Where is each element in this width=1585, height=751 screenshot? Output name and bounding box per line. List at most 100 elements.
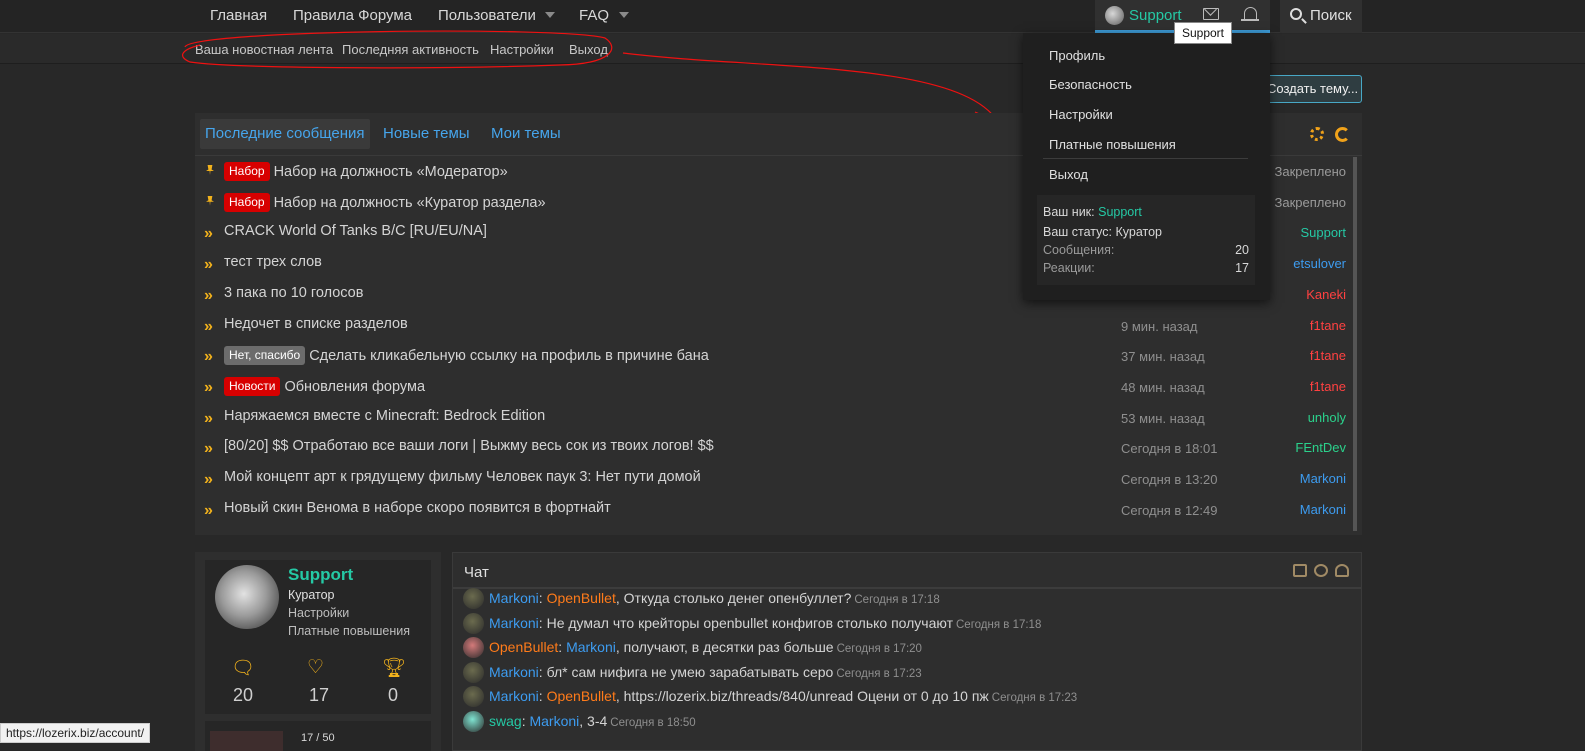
profile-settings-link[interactable]: Настройки [288,606,349,620]
chat-separator: : [538,614,547,631]
chat-mention[interactable]: Markoni [566,639,616,655]
thread-title[interactable]: 3 пака по 10 голосов [224,285,363,301]
chat-username[interactable]: swag [489,713,522,729]
chevron-down-icon[interactable] [545,12,555,18]
thread-row[interactable]: » Мой концепт арт к грядущему фильму Чело… [195,464,1355,495]
dropdown-security[interactable]: Безопасность [1049,77,1132,92]
double-chevron-icon: » [204,317,213,335]
user-slash-icon[interactable] [1335,564,1349,577]
search-button[interactable]: Поиск [1280,0,1362,33]
progress-bar [210,731,283,751]
subnav-latest-activity[interactable]: Последняя активность [342,42,479,57]
thread-time: Сегодня в 18:01 [1121,441,1218,457]
tab-new-threads[interactable]: Новые темы [378,119,475,149]
chat-username[interactable]: Markoni [489,664,539,680]
thread-author[interactable]: Markoni [1300,502,1346,517]
thread-title[interactable]: Сделать кликабельную ссылку на профиль в… [309,348,709,364]
chevron-down-icon[interactable] [619,12,629,18]
thread-prefix[interactable]: Набор [224,192,270,212]
messages-label: Сообщения: [1043,243,1115,257]
chat-text: бл* сам нифига не умею зарабатывать серо [546,663,834,680]
thread-title[interactable]: Недочет в списке разделов [224,316,408,332]
thread-author[interactable]: unholy [1308,410,1346,425]
nick-value[interactable]: Support [1098,205,1142,219]
avatar[interactable] [215,565,279,629]
double-chevron-icon: » [204,440,213,458]
subnav-settings[interactable]: Настройки [490,42,554,57]
profile-upgrades-link[interactable]: Платные повышения [288,624,410,638]
thread-title[interactable]: тест трех слов [224,254,322,270]
chat-mention[interactable]: OpenBullet [547,688,616,704]
thread-author[interactable]: Закреплено [1275,195,1347,210]
stat-messages: 20 [232,685,254,705]
chat-time: Сегодня в 17:23 [836,667,922,680]
tab-my-threads[interactable]: Мои темы [486,119,566,149]
gear-icon[interactable] [1310,127,1324,141]
dropdown-settings[interactable]: Настройки [1049,107,1113,122]
double-chevron-icon: » [204,409,213,427]
nav-faq[interactable]: FAQ [579,0,609,32]
thread-row[interactable]: » Новый скин Венома в наборе скоро появит… [195,495,1355,526]
thread-prefix[interactable]: Нет, спасибо [224,346,306,366]
thread-row[interactable]: » Недочет в списке разделов 9 мин. назад f1… [195,311,1355,342]
chat-message: Markoni: OpenBullet, Откуда столько дене… [463,586,1353,610]
window-icon[interactable] [1293,564,1307,577]
nav-users[interactable]: Пользователи [438,0,536,32]
dropdown-logout[interactable]: Выход [1049,167,1088,182]
avatar[interactable] [463,612,484,634]
thread-prefix[interactable]: Набор [224,162,270,181]
profile-username[interactable]: Support [288,565,353,585]
double-chevron-icon: » [204,378,213,396]
refresh-icon[interactable] [1335,127,1350,142]
thread-row[interactable]: » Новости Обновления форума 48 мин. назад f1… [195,372,1355,403]
thread-author[interactable]: f1tane [1310,348,1346,363]
trophy-icon: 🏆︎ [382,658,407,679]
chat-mention[interactable]: OpenBullet [547,590,616,606]
avatar[interactable] [463,661,484,683]
dropdown-profile[interactable]: Профиль [1049,48,1105,63]
chat-separator: : [538,590,547,606]
thread-author[interactable]: Закреплено [1275,164,1347,179]
thread-author[interactable]: etsulover [1293,256,1346,271]
thread-row[interactable]: » [80/20] $$ Отработаю все ваши логи | Вы… [195,433,1355,464]
avatar[interactable] [463,686,484,708]
subnav-logout[interactable]: Выход [569,42,608,57]
chat-username[interactable]: Markoni [489,615,539,631]
profile-stats: 🗨︎ 20 ♡ 17 🏆︎ 0 [205,648,431,714]
thread-author[interactable]: FEntDev [1295,440,1346,455]
thread-author[interactable]: Markoni [1300,471,1346,486]
nav-home[interactable]: Главная [210,0,267,32]
tab-latest-posts[interactable]: Последние сообщения [200,119,370,149]
thread-title[interactable]: Набор на должность «Куратор раздела» [274,195,546,211]
thread-prefix[interactable]: Новости [224,376,281,396]
history-icon[interactable] [1314,564,1328,577]
thread-title[interactable]: CRACK World Of Tanks B/C [RU/EU/NA] [224,223,487,239]
chat-username[interactable]: OpenBullet [489,639,558,655]
avatar[interactable] [463,637,484,659]
thread-author[interactable]: f1tane [1310,318,1346,333]
thread-title[interactable]: Обновления форума [284,379,425,395]
nav-rules[interactable]: Правила Форума [293,0,412,32]
subnav-news-feed[interactable]: Ваша новостная лента [195,42,333,57]
chat-mention[interactable]: Markoni [529,713,579,729]
thread-author[interactable]: f1tane [1310,379,1346,394]
create-thread-button[interactable]: Создать тему... [1254,75,1362,103]
envelope-icon[interactable] [1203,8,1219,20]
thread-author[interactable]: Kaneki [1306,287,1346,302]
thread-title[interactable]: Наряжаемся вместе с Minecraft: Bedrock E… [224,408,545,424]
bell-icon[interactable] [1241,7,1259,21]
scrollbar[interactable] [1353,157,1357,531]
dropdown-paid-upgrades[interactable]: Платные повышения [1049,137,1176,152]
thread-row[interactable]: » Нет, спасибо Сделать кликабельную ссылку… [195,341,1355,372]
avatar[interactable] [463,588,484,609]
chat-username[interactable]: Markoni [489,688,539,704]
thread-title[interactable]: Набор на должность «Модератор» [274,164,508,180]
thread-title[interactable]: [80/20] $$ Отработаю все ваши логи | Выж… [224,438,714,454]
thread-title[interactable]: Мой концепт арт к грядущему фильму Челов… [224,469,701,485]
chat-username[interactable]: Markoni [489,590,539,606]
thread-author[interactable]: Support [1300,225,1346,240]
thread-title[interactable]: Новый скин Венома в наборе скоро появитс… [224,500,611,516]
chat-header: Чат [453,553,1361,589]
thread-row[interactable]: » Наряжаемся вместе с Minecraft: Bedrock … [195,403,1355,434]
avatar[interactable] [463,711,484,732]
